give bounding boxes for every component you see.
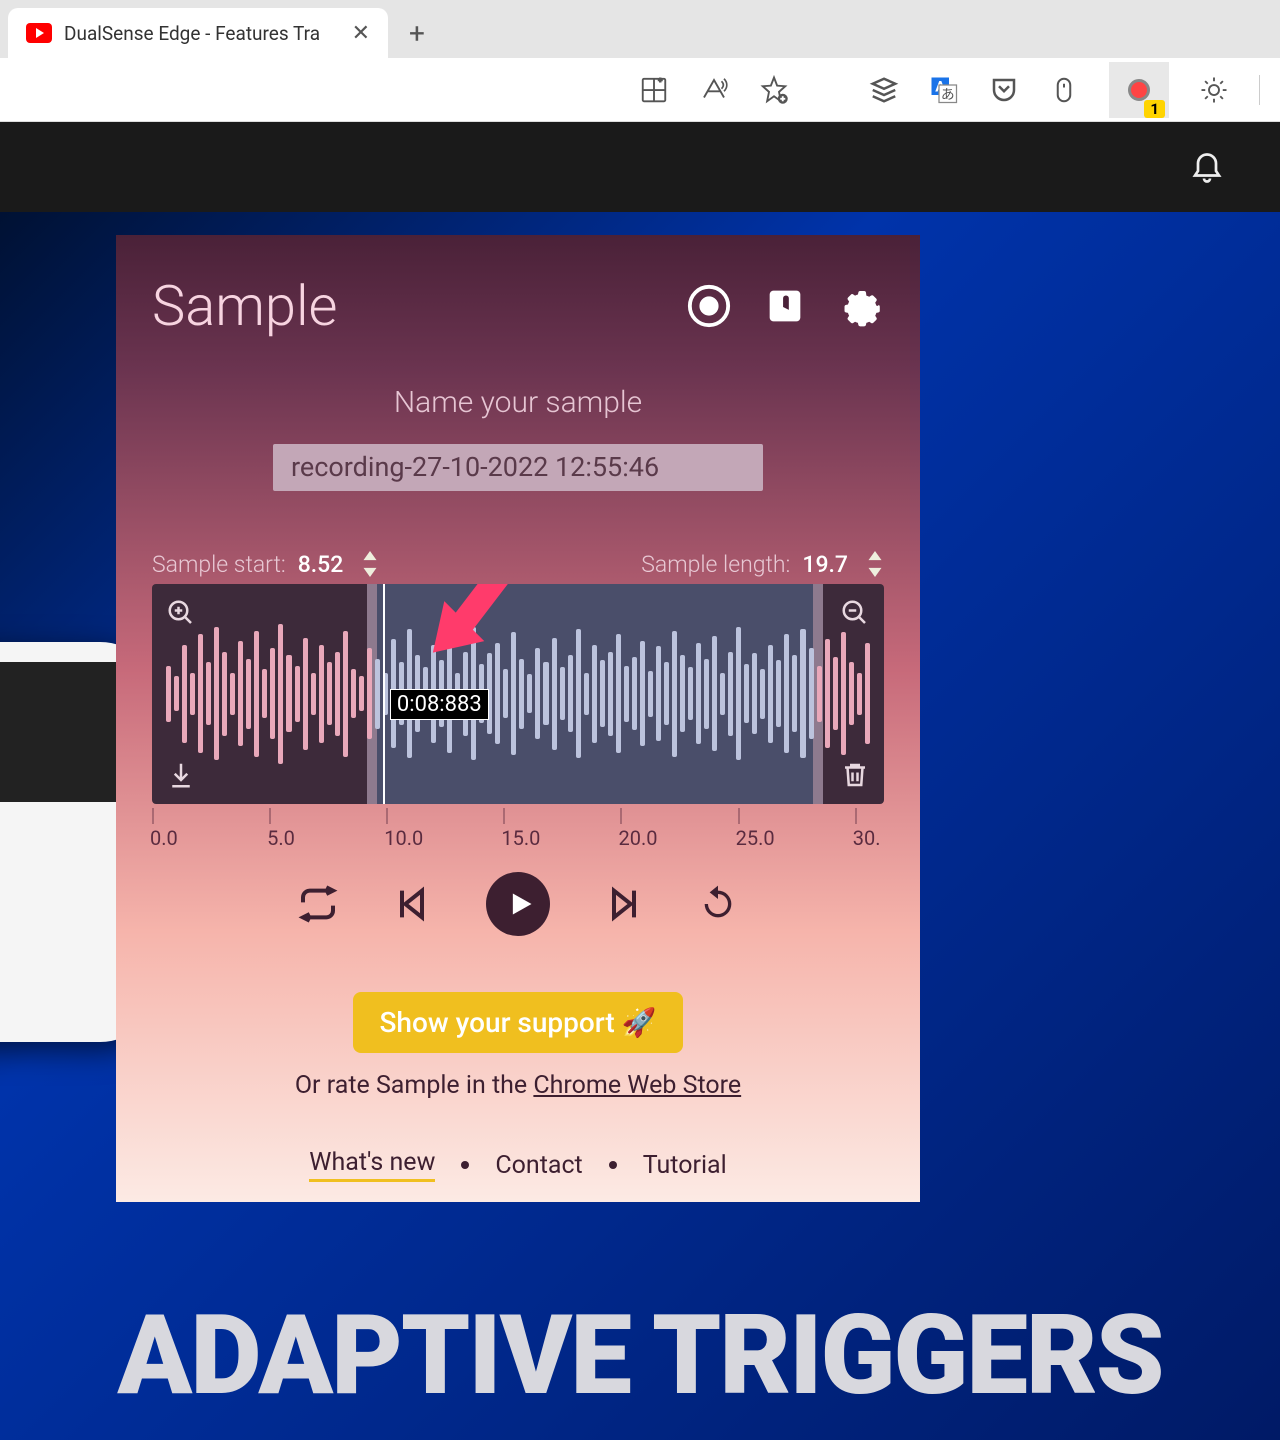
bullet-icon (609, 1161, 617, 1169)
time-ruler: 0.0 5.0 10.0 15.0 20.0 25.0 30. (152, 808, 884, 844)
tab-title: DualSense Edge - Features Tra (64, 22, 340, 45)
loop-button[interactable] (298, 884, 338, 924)
ruler-tick: 30. (855, 808, 857, 824)
transport-controls (152, 872, 884, 936)
page-content: ADAPTIVE TRIGGERS Sample Name your sampl… (0, 122, 1280, 1440)
buffer-extension-icon[interactable] (869, 75, 899, 105)
background-headline: ADAPTIVE TRIGGERS (0, 1291, 1280, 1420)
ruler-tick: 25.0 (738, 808, 740, 824)
trash-icon[interactable] (840, 760, 870, 790)
whats-new-link[interactable]: What's new (309, 1148, 435, 1182)
close-tab-icon[interactable]: ✕ (352, 21, 370, 46)
settings-icon[interactable] (838, 283, 884, 329)
name-prompt: Name your sample (152, 385, 884, 420)
bullet-icon (461, 1161, 469, 1169)
length-value: 19.7 (802, 551, 848, 578)
restart-button[interactable] (698, 884, 738, 924)
record-button[interactable] (686, 283, 732, 329)
start-value: 8.52 (298, 551, 344, 578)
skip-end-button[interactable] (604, 884, 644, 924)
svg-text:あ: あ (941, 86, 955, 102)
ruler-tick: 0.0 (152, 808, 154, 824)
record-icon (1128, 79, 1150, 101)
rate-text: Or rate Sample in the Chrome Web Store (152, 1071, 884, 1100)
sample-extension-icon[interactable]: 1 (1109, 62, 1169, 118)
site-topbar (0, 122, 1280, 212)
translate-extension-icon[interactable]: Aあ (929, 75, 959, 105)
skip-start-button[interactable] (392, 884, 432, 924)
length-stepper[interactable] (866, 551, 884, 577)
mouse-extension-icon[interactable] (1049, 75, 1079, 105)
length-label: Sample length: (641, 551, 790, 578)
ruler-tick: 20.0 (620, 808, 622, 824)
app-title: Sample (152, 273, 656, 339)
chrome-store-link[interactable]: Chrome Web Store (533, 1071, 741, 1100)
start-stepper[interactable] (361, 551, 379, 577)
start-label: Sample start: (152, 551, 286, 578)
extension-badge: 1 (1144, 100, 1165, 118)
collections-icon[interactable] (639, 75, 669, 105)
ruler-tick: 15.0 (503, 808, 505, 824)
browser-tab[interactable]: DualSense Edge - Features Tra ✕ (8, 8, 388, 58)
ruler-tick: 10.0 (386, 808, 388, 824)
youtube-icon (26, 23, 52, 43)
ruler-tick: 5.0 (269, 808, 271, 824)
tutorial-link[interactable]: Tutorial (643, 1151, 727, 1180)
contact-link[interactable]: Contact (495, 1151, 582, 1180)
playhead[interactable] (383, 584, 385, 805)
library-icon[interactable] (762, 283, 808, 329)
toolbar-separator (1259, 75, 1260, 105)
favorites-icon[interactable] (759, 75, 789, 105)
extensions-menu-icon[interactable] (1199, 75, 1229, 105)
browser-toolbar: Aあ 1 (0, 58, 1280, 122)
notifications-icon[interactable] (1189, 147, 1225, 187)
playhead-timestamp: 0:08:883 (390, 689, 489, 720)
read-aloud-icon[interactable] (699, 75, 729, 105)
download-icon[interactable] (166, 760, 196, 790)
waveform[interactable]: 0:08:883 (152, 584, 884, 805)
popup-footer: What's new Contact Tutorial (152, 1148, 884, 1182)
browser-tabbar: DualSense Edge - Features Tra ✕ + (0, 0, 1280, 58)
support-button[interactable]: Show your support 🚀 (353, 992, 682, 1053)
pocket-extension-icon[interactable] (989, 75, 1019, 105)
zoom-in-icon[interactable] (166, 598, 196, 628)
new-tab-button[interactable]: + (392, 8, 442, 58)
play-button[interactable] (486, 872, 550, 936)
sample-name-input[interactable] (273, 444, 763, 491)
zoom-out-icon[interactable] (840, 598, 870, 628)
sample-popup: Sample Name your sample Sample start: 8.… (116, 235, 920, 1202)
